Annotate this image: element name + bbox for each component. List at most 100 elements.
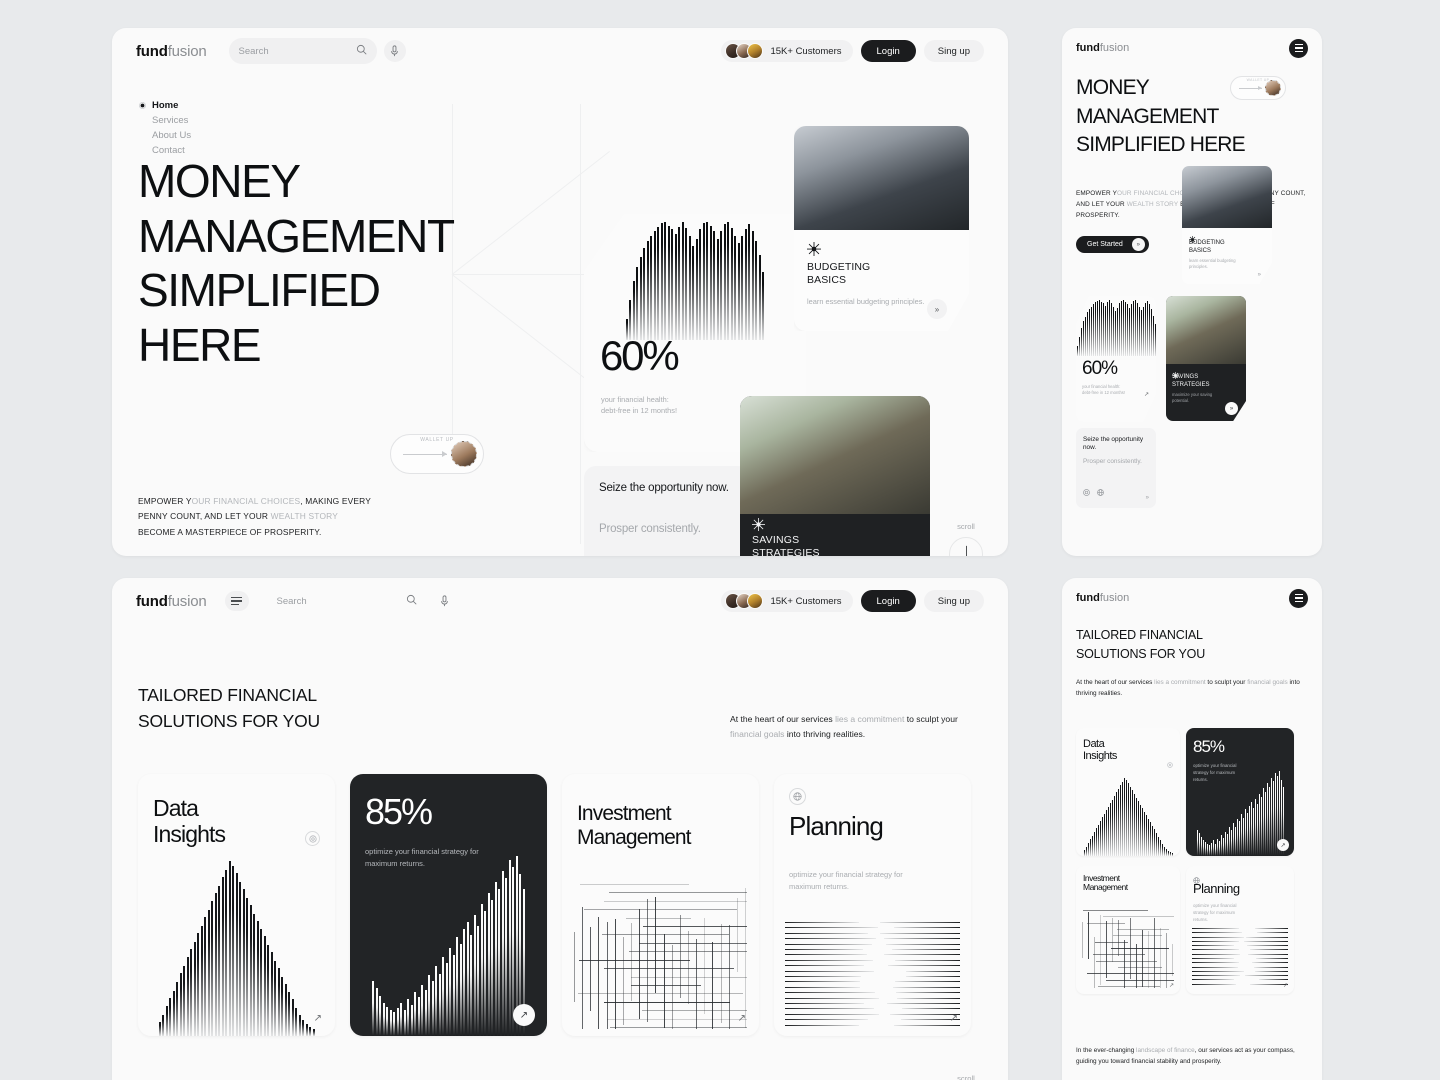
arrow-up-right-icon[interactable]: ↗ [1144,391,1149,398]
search-icon[interactable] [406,592,417,610]
services-title-line: SOLUTIONS FOR YOU [138,708,320,734]
bar-chart-viz [1076,778,1180,856]
service-card-title: Investment Management [1083,874,1128,893]
logo[interactable]: fundfusion [136,593,207,610]
arrow-right-icon [403,454,447,455]
service-card-planning[interactable]: Planning optimize your financial strateg… [1186,866,1294,994]
mobile-services-footer-text: In the ever-changing landscape of financ… [1076,1046,1310,1068]
financial-health-card[interactable]: 60% your financial health: debt-free in … [1076,296,1156,422]
grid-mesh-viz [574,884,747,1029]
stat-caption: your financial health: debt-free in 12 m… [1082,384,1125,397]
budgeting-title: BUDGETING BASICS [1189,240,1225,255]
budgeting-description: learn essential budgeting principles. [807,296,925,307]
services-scroll-indicator[interactable]: scroll [936,1074,996,1080]
logo[interactable]: fundfusion [1076,42,1129,54]
mobile-header: fundfusion [1062,28,1322,68]
search-placeholder: Search [277,596,400,607]
target-icon[interactable] [1083,483,1090,501]
services-title-line: TAILORED FINANCIAL [1076,626,1276,645]
seize-subline: Prosper consistently. [599,522,729,537]
arrow-down-icon[interactable] [949,537,983,556]
service-card-optimization[interactable]: 85% optimize your financial strategy for… [1186,728,1294,856]
hero-para-seg-muted: WEALTH STORY [271,511,338,521]
avatar [451,441,477,467]
service-card-investment-management[interactable]: Investment Management ↗ [562,774,759,1036]
login-button[interactable]: Login [861,40,916,62]
wallet-up-badge[interactable]: WALLET UP [1230,76,1286,100]
logo[interactable]: fundfusion [1076,592,1129,604]
service-card-title-line: Data [1083,738,1117,750]
starburst-icon [752,518,765,531]
scroll-label: scroll [936,522,996,531]
nav-item-services[interactable]: Services [139,115,191,126]
services-footer-seg-muted: landscape of finance [1136,1047,1195,1054]
services-title: TAILORED FINANCIAL SOLUTIONS FOR YOU [138,682,320,735]
seize-opportunity-card[interactable]: Seize the opportunity now. Prosper consi… [1076,428,1156,508]
wallet-up-badge[interactable]: WALLET UP [390,434,484,474]
menu-icon[interactable] [225,591,249,611]
menu-icon[interactable] [1289,39,1308,58]
arrow-up-right-icon[interactable]: ↗ [1169,982,1174,989]
search-input[interactable]: Search [229,38,377,64]
mobile-hero-panel: fundfusion MONEY MANAGEMENT SIMPLIFIED H… [1062,28,1322,556]
scroll-label: scroll [936,1074,996,1080]
savings-strategies-card[interactable]: SAVINGS STRATEGIES maximize your saving … [1166,296,1246,421]
chevron-double-right-icon[interactable]: » [1258,272,1261,278]
budgeting-basics-card[interactable]: BUDGETING BASICS learn essential budgeti… [794,126,969,331]
scroll-indicator[interactable]: scroll [936,522,996,556]
service-card-title-line: Insights [153,822,225,848]
savings-strategies-card[interactable]: SAVINGS STRATEGIES maximize your saving … [740,396,930,556]
chevron-double-right-icon[interactable]: » [1146,495,1149,501]
hero-para-seg: EMPOWER Y [138,496,192,506]
signup-button[interactable]: Sing up [924,590,984,612]
budgeting-title-line: BUDGETING [807,261,870,274]
nav-item-home[interactable]: Home [139,100,191,111]
hero-para-seg-muted: WEALTH STORY [1127,201,1178,208]
service-card-body: optimize your financial strategy for max… [789,869,914,893]
mobile-header: fundfusion [1062,578,1322,618]
chevron-double-right-icon: » [1132,238,1145,251]
arrow-up-right-icon[interactable]: ↗ [513,1004,535,1026]
service-card-title: Planning [789,812,883,841]
search-icon[interactable] [356,42,367,60]
service-card-title-line: Insights [1083,750,1117,762]
menu-icon[interactable] [1289,589,1308,608]
chevron-double-right-icon[interactable]: » [1225,402,1238,415]
budgeting-basics-card[interactable]: BUDGETING BASICS learn essential budgeti… [1182,166,1272,284]
budgeting-title-line: BASICS [1189,248,1225,256]
logo-light: fusion [168,593,207,610]
stat-value: 60% [600,332,677,380]
service-card-data-insights[interactable]: Data Insights [1076,728,1180,856]
seize-opportunity-card[interactable]: Seize the opportunity now. Prosper consi… [584,466,750,556]
service-card-investment-management[interactable]: Investment Management ↗ [1076,866,1180,994]
mic-icon[interactable] [384,40,406,62]
service-card-planning[interactable]: Planning optimize your financial strateg… [774,774,971,1036]
hero-title: MONEY MANAGEMENT SIMPLIFIED HERE [138,154,538,373]
services-intro-seg: At the heart of our services [1076,679,1154,686]
logo[interactable]: fundfusion [136,43,207,60]
arrow-up-right-icon[interactable]: ↗ [1277,839,1289,851]
nav-item-about-us[interactable]: About Us [139,130,191,141]
service-card-data-insights[interactable]: Data Insights ↗ [138,774,335,1036]
hero-paragraph: EMPOWER YOUR FINANCIAL CHOICES, MAKING E… [138,494,376,540]
globe-icon[interactable] [1097,483,1104,501]
target-icon [1167,755,1173,773]
service-card-optimization[interactable]: 85% optimize your financial strategy for… [350,774,547,1036]
arrow-up-right-icon[interactable]: ↗ [1283,982,1288,989]
savings-description: maximize your saving potential. [1172,392,1230,404]
get-started-button[interactable]: Get Started » [1076,236,1149,253]
arrow-up-right-icon[interactable]: ↗ [950,1013,958,1024]
login-button[interactable]: Login [861,590,916,612]
chevron-double-right-icon[interactable]: » [927,299,947,319]
horizontal-lines-viz [785,922,960,1030]
search-input[interactable]: Search [267,588,427,614]
service-card-title: Data Insights [1083,738,1117,762]
hero-title-line: MANAGEMENT [138,209,538,264]
arrow-up-right-icon[interactable]: ↗ [314,1013,322,1024]
budgeting-title-line: BASICS [807,274,870,287]
arrow-up-right-icon[interactable]: ↗ [738,1013,746,1024]
logo-bold: fund [136,593,168,610]
mic-icon[interactable] [434,590,456,612]
signup-button[interactable]: Sing up [924,40,984,62]
logo-bold: fund [1076,42,1100,54]
